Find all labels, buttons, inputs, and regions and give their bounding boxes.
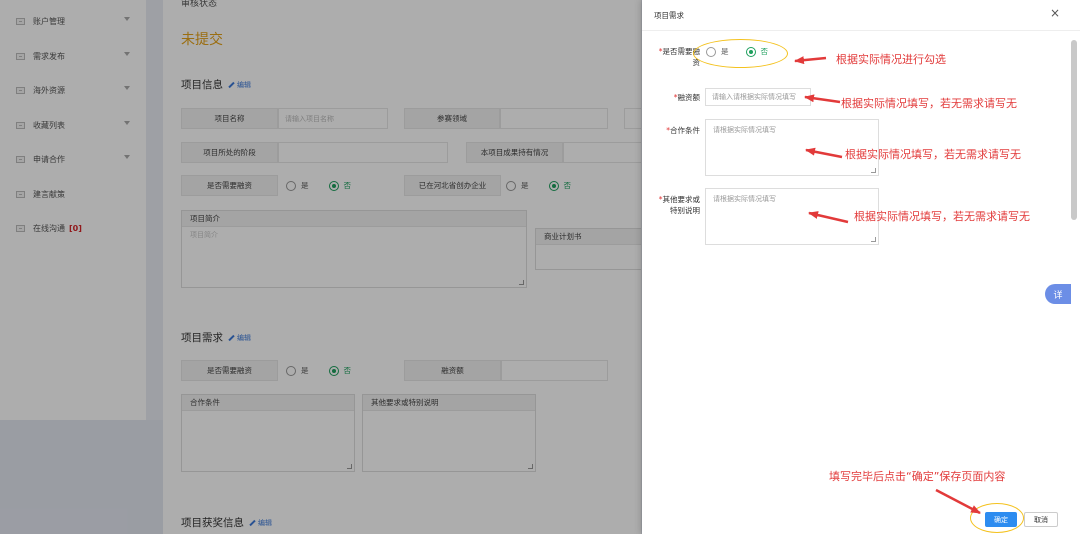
annotation-text: 填写完毕后点击“确定”保存页面内容 — [829, 470, 1006, 483]
annotation-text: 根据实际情况进行勾选 — [836, 53, 946, 66]
resize-handle-icon[interactable] — [871, 168, 876, 173]
dialog-coop-placeholder: 请根据实际情况填写 — [713, 126, 776, 134]
dialog-amount-label: *融资额 — [673, 93, 700, 102]
modal-overlay[interactable] — [0, 0, 642, 534]
cancel-button[interactable]: 取消 — [1024, 512, 1058, 527]
highlight-ellipse — [970, 503, 1024, 533]
highlight-ellipse — [693, 39, 788, 68]
dialog-amount-input[interactable]: 请输入请根据实际情况填写 — [705, 88, 811, 106]
annotation-text: 根据实际情况填写，若无需求请写无 — [854, 210, 1030, 223]
dialog-other-textarea[interactable]: 请根据实际情况填写 — [705, 188, 879, 245]
dialog-other-label: *其他要求或 特别说明 — [658, 195, 700, 215]
dialog-coop-label: *合作条件 — [666, 126, 700, 135]
dialog-title: 项目需求 — [654, 11, 684, 20]
annotation-text: 根据实际情况填写，若无需求请写无 — [845, 148, 1021, 161]
dialog-other-placeholder: 请根据实际情况填写 — [713, 195, 776, 203]
project-needs-dialog: 项目需求 × *是否需要融资 是 否 *融资额 请输入请根据实际情况填写 *合作… — [642, 0, 1080, 534]
float-side-button[interactable]: 详 — [1045, 284, 1071, 304]
dialog-financing-label: *是否需要融资 — [658, 47, 700, 67]
dialog-scrollbar[interactable] — [1071, 40, 1077, 220]
resize-handle-icon[interactable] — [871, 237, 876, 242]
dialog-divider — [642, 30, 1080, 31]
close-icon[interactable]: × — [1050, 6, 1060, 20]
annotation-text: 根据实际情况填写，若无需求请写无 — [841, 97, 1017, 110]
